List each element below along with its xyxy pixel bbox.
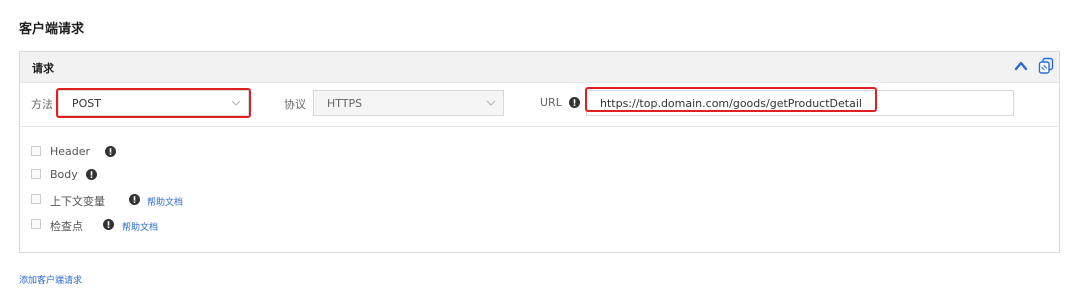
option-label: Header bbox=[50, 145, 91, 158]
url-highlight bbox=[585, 87, 877, 112]
copy-icon[interactable] bbox=[1036, 56, 1056, 76]
info-icon bbox=[105, 146, 116, 157]
option-label: Body bbox=[50, 168, 78, 181]
help-doc-link[interactable]: 帮助文档 bbox=[122, 220, 158, 233]
panel-title: 请求 bbox=[32, 62, 54, 75]
checkpoint-checkbox[interactable] bbox=[31, 219, 41, 229]
info-icon bbox=[569, 97, 580, 108]
panel-header: 请求 bbox=[20, 52, 1059, 83]
help-doc-link[interactable]: 帮助文档 bbox=[147, 195, 183, 208]
option-label: 检查点 bbox=[50, 220, 83, 233]
add-client-request-link[interactable]: 添加客户端请求 bbox=[19, 273, 82, 286]
info-icon bbox=[103, 219, 114, 230]
request-panel: 请求 方法 POST 协议 HTTPS URL https://top.doma… bbox=[19, 51, 1060, 253]
request-fields-row: 方法 POST 协议 HTTPS URL https://top.domain.… bbox=[20, 82, 1059, 127]
method-label: 方法 bbox=[31, 98, 53, 111]
chevron-down-icon bbox=[486, 100, 496, 106]
chevron-up-icon[interactable] bbox=[1014, 59, 1028, 73]
body-checkbox[interactable] bbox=[31, 169, 41, 179]
protocol-select[interactable]: HTTPS bbox=[313, 90, 504, 116]
url-label: URL bbox=[540, 96, 562, 109]
protocol-label: 协议 bbox=[284, 98, 306, 111]
method-highlight bbox=[56, 88, 251, 118]
protocol-value: HTTPS bbox=[327, 97, 363, 110]
info-icon bbox=[86, 169, 97, 180]
header-checkbox[interactable] bbox=[31, 146, 41, 156]
context-variables-checkbox[interactable] bbox=[31, 194, 41, 204]
section-title: 客户端请求 bbox=[19, 22, 85, 37]
info-icon bbox=[129, 194, 140, 205]
option-label: 上下文变量 bbox=[50, 195, 105, 208]
